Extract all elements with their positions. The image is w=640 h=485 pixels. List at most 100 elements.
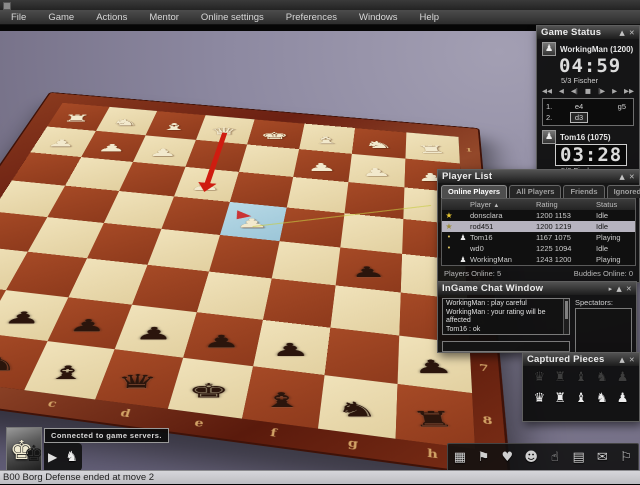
col-status[interactable]: Status <box>596 199 635 210</box>
board-flag-button[interactable]: ⚑ <box>474 445 494 471</box>
chess-board-3d: ♜♞♝♛♚♝♞♜♟♟♟♟♟♟♟♟♟♟♟♟♟♟♟♟♜♞♝♛♚♝♞♜ abcdefg… <box>0 92 511 470</box>
chat-message: Tom16 : ok <box>446 326 562 335</box>
white-chess-piece: ♟ <box>33 136 89 152</box>
close-icon[interactable]: ✕ <box>629 173 635 181</box>
white-chess-piece: ♟ <box>293 159 350 176</box>
sort-asc-icon: ▲ <box>493 203 499 209</box>
menu-actions[interactable]: Actions <box>85 12 138 23</box>
status-text: B00 Borg Defense ended at move 2 <box>3 472 154 483</box>
captured-black-rook-icon: ♜ <box>550 370 571 385</box>
go-start-button[interactable]: ◀◀ <box>542 87 552 95</box>
rewind-button[interactable]: ◀ <box>559 87 564 95</box>
spectators-label: Spectators: <box>575 298 632 307</box>
captured-white-rook-icon: ♜ <box>550 391 571 406</box>
buddies-online-count: Buddies Online: 0 <box>574 269 633 278</box>
player-table: Player ▲ Rating Status ★ donsclara 1200 … <box>441 198 636 266</box>
black-chess-piece: ♝ <box>244 385 321 417</box>
menu-preferences[interactable]: Preferences <box>275 12 348 23</box>
board-setup-button[interactable]: ▦ <box>450 445 470 471</box>
chat-message: WorkingMan : play careful <box>446 300 562 309</box>
board-square[interactable]: ♞ <box>318 375 398 439</box>
close-icon[interactable]: ✕ <box>626 285 632 293</box>
raise-hand-button[interactable]: ☝ <box>545 445 565 471</box>
ponder-button[interactable]: ☻ <box>521 445 541 471</box>
chat-input[interactable] <box>442 341 570 352</box>
white-chess-piece: ♟ <box>222 214 282 234</box>
col-rating[interactable]: Rating <box>536 199 596 210</box>
player-row[interactable]: ♟ WorkingMan 1243 1200 Playing <box>442 254 635 265</box>
black-chess-piece: ♚ <box>171 376 246 407</box>
go-end-button[interactable]: ▶▶ <box>624 87 634 95</box>
forward-one-button[interactable]: |▶ <box>598 87 605 95</box>
menu-mentor[interactable]: Mentor <box>138 12 190 23</box>
spectators-list[interactable] <box>575 308 632 353</box>
player-list-titlebar[interactable]: Player List ▲ ✕ <box>438 170 639 183</box>
knight-icon[interactable]: ♞ <box>65 449 78 465</box>
black-chess-piece: ♟ <box>255 337 328 365</box>
draw-offer-button[interactable]: ♥ <box>497 445 517 471</box>
white-player-name: WorkingMan (1200) <box>560 45 633 54</box>
collapse-icon[interactable]: ▲ <box>616 285 622 293</box>
close-icon[interactable]: ✕ <box>629 29 635 37</box>
player-row[interactable]: ★ donsclara 1200 1153 Idle <box>442 210 635 221</box>
tab-online-players[interactable]: Online Players <box>441 185 507 198</box>
white-chess-piece: ♟ <box>135 145 189 161</box>
resign-button[interactable]: ⚐ <box>616 445 636 471</box>
playing-pawn-icon: ♟ <box>456 254 470 265</box>
game-status-titlebar[interactable]: Game Status ▲ ✕ <box>537 26 639 39</box>
buddy-star-icon: ★ <box>442 210 456 221</box>
black-chess-piece: ♛ <box>98 368 174 399</box>
collapse-icon[interactable]: ▲ <box>619 356 625 364</box>
tab-friends[interactable]: Friends <box>563 185 604 198</box>
black-chess-piece: ♟ <box>394 353 473 382</box>
email-game-button[interactable]: ✉ <box>592 445 612 471</box>
tab-ignored[interactable]: Ignored <box>607 185 640 198</box>
menu-game[interactable]: Game <box>37 12 85 23</box>
player-row[interactable]: • ♟ Tom16 1167 1075 Playing <box>442 232 635 243</box>
close-icon[interactable]: ✕ <box>629 356 635 364</box>
captured-white-bishop-icon: ♝ <box>571 391 592 406</box>
menu-bar: File Game Actions Mentor Online settings… <box>0 10 640 25</box>
move-number: 2. <box>546 112 558 123</box>
captured-white-knight-icon: ♞ <box>591 391 612 406</box>
menu-file[interactable]: File <box>0 12 37 23</box>
menu-help[interactable]: Help <box>409 12 451 23</box>
play-button[interactable]: ▶ <box>48 450 57 464</box>
board-square[interactable]: ♚ <box>168 358 253 419</box>
player-rating: 1200 1219 <box>536 221 596 232</box>
move-list[interactable]: 1. e4 g5 2. d3 <box>542 98 634 126</box>
collapse-icon[interactable]: ▲ <box>619 29 625 37</box>
player-name: Tom16 <box>470 232 536 243</box>
move-number: 1. <box>546 101 558 112</box>
board-square[interactable]: ♜ <box>396 384 475 449</box>
captured-black-pawn-icon: ♟ <box>612 370 633 385</box>
notation-button[interactable]: ▤ <box>569 445 589 471</box>
player-list-title: Player List <box>442 171 492 182</box>
collapse-icon[interactable]: ▲ <box>619 173 625 181</box>
col-player[interactable]: Player <box>470 200 491 209</box>
player-table-header[interactable]: Player ▲ Rating Status <box>442 199 635 210</box>
menu-online-settings[interactable]: Online settings <box>190 12 275 23</box>
board-square[interactable]: ♝ <box>242 366 325 428</box>
player-status: Playing <box>596 254 635 265</box>
app-icon <box>3 2 11 10</box>
playback-controls: ◀◀ ◀ ◀| ■ |▶ ▶ ▶▶ <box>537 85 639 97</box>
menu-windows[interactable]: Windows <box>348 12 409 23</box>
captured-titlebar[interactable]: Captured Pieces ▲ ✕ <box>523 353 639 366</box>
stop-button[interactable]: ■ <box>585 87 591 95</box>
player-list-footer: Players Online: 5 Buddies Online: 0 <box>438 266 639 278</box>
player-row-selected[interactable]: ★ rod451 1200 1219 Idle <box>442 221 635 232</box>
black-chess-piece: ♟ <box>51 313 123 340</box>
pointer-icon[interactable]: ▸ <box>609 285 613 293</box>
white-chess-piece: ♞ <box>98 116 151 131</box>
white-chess-piece: ♞ <box>350 138 406 154</box>
game-toolbar: ▦ ⚑ ♥ ☻ ☝ ▤ ✉ ⚐ <box>447 443 639 473</box>
chat-scrollbar[interactable] <box>563 299 569 334</box>
chat-titlebar[interactable]: InGame Chat Window ▸ ▲ ✕ <box>438 282 636 295</box>
player-rating: 1243 1200 <box>536 254 596 265</box>
tab-all-players[interactable]: All Players <box>509 185 561 198</box>
player-row[interactable]: • wd0 1225 1094 Idle <box>442 243 635 254</box>
back-one-button[interactable]: ◀| <box>571 87 578 95</box>
forward-button[interactable]: ▶ <box>612 87 617 95</box>
player-name: wd0 <box>470 243 536 254</box>
